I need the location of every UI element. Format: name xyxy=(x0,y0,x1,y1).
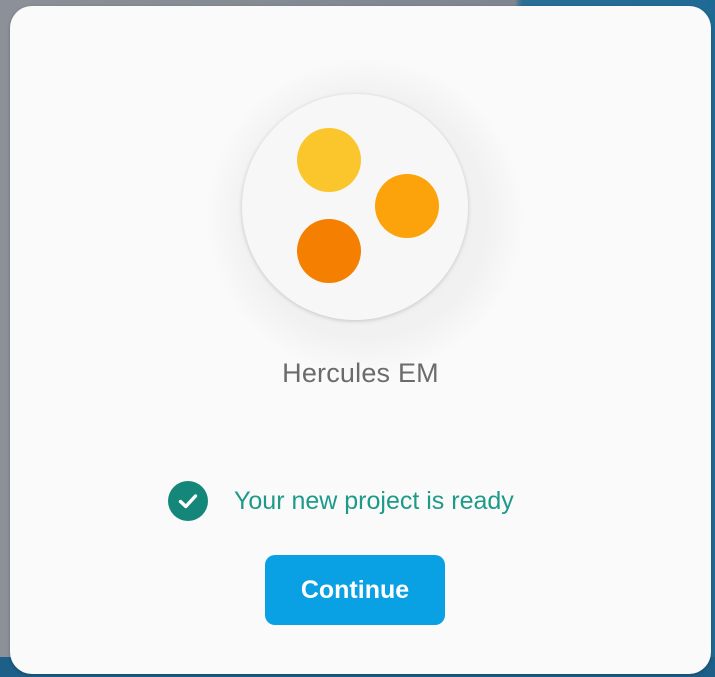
continue-button[interactable]: Continue xyxy=(265,555,445,625)
project-ready-dialog: Hercules EM Your new project is ready Co… xyxy=(10,6,711,674)
status-text: Your new project is ready xyxy=(234,486,514,515)
logo-dot-amber xyxy=(375,174,439,238)
status-message: Your new project is ready xyxy=(168,481,514,521)
logo-dot-yellow xyxy=(297,128,361,192)
logo-dot-orange xyxy=(297,219,361,283)
project-name: Hercules EM xyxy=(282,358,439,388)
project-logo xyxy=(242,94,468,320)
check-circle-icon xyxy=(168,481,208,521)
